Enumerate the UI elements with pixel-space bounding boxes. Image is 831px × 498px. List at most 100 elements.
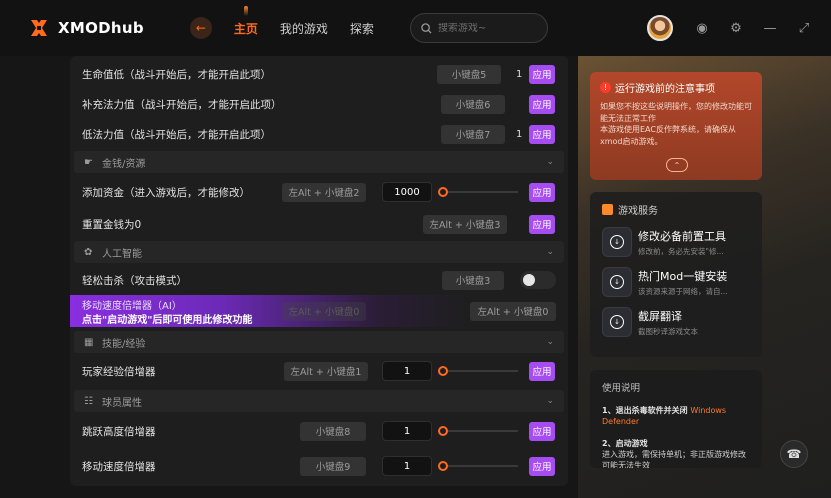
main-nav: 主页 我的游戏 探索 xyxy=(234,20,396,37)
nav-my-games[interactable]: 我的游戏 xyxy=(280,20,328,37)
coin-icon: ☛ xyxy=(84,156,93,168)
hotkey-badge[interactable]: 左Alt + 小键盘1 xyxy=(284,361,368,381)
search-input[interactable] xyxy=(437,22,538,34)
apply-button[interactable]: 应用 xyxy=(529,182,555,202)
value-slider[interactable] xyxy=(438,461,518,471)
service-item[interactable]: ↓ 截屏翻译 截图秒译游戏文本 xyxy=(602,307,750,337)
launch-hint: 点击"启动游戏"后即可使用此修改功能 xyxy=(82,315,253,326)
cheat-label: 移动速度倍增器 xyxy=(82,460,156,473)
notice-title: 运行游戏前的注意事项 xyxy=(615,84,715,95)
cheat-row: 跳跃高度倍增器 小键盘8 1 应用 xyxy=(70,415,568,447)
cheat-list: 生命值低（战斗开始后，才能开启此项） 小键盘5 1 应用 补充法力值（战斗开始后… xyxy=(70,56,568,486)
nav-home[interactable]: 主页 xyxy=(234,20,258,37)
xmod-logo-icon xyxy=(28,17,50,39)
service-title: 截屏翻译 xyxy=(638,309,682,323)
section-header-money[interactable]: ☛ 金钱/资源 ⌄ xyxy=(74,151,564,173)
apply-button[interactable]: 应用 xyxy=(529,361,555,381)
section-header-ai[interactable]: ✿ 人工智能 ⌄ xyxy=(74,241,564,263)
guide-title: 使用说明 xyxy=(602,383,641,394)
services-title: 游戏服务 xyxy=(618,206,658,217)
value-slider[interactable] xyxy=(438,426,518,436)
guide-body: 进入游戏，需保持单机；非正版游戏修改可能无法生效 xyxy=(602,450,746,468)
hotkey-badge[interactable]: 小键盘8 xyxy=(300,421,366,441)
arrow-left-icon: ← xyxy=(195,21,206,35)
service-item[interactable]: ↓ 热门Mod一键安装 该资源来源于网络，请自... xyxy=(602,267,750,297)
search-icon xyxy=(421,22,432,34)
slider-knob[interactable] xyxy=(438,366,448,376)
chart-icon: ▦ xyxy=(84,336,94,348)
cheat-label: 轻松击杀（攻击模式） xyxy=(82,274,187,287)
value-slider[interactable] xyxy=(438,366,518,376)
hotkey-badge[interactable]: 小键盘3 xyxy=(442,270,504,290)
hotkey-badge-faded: 左Alt + 小键盘0 xyxy=(282,301,366,321)
hotkey-badge[interactable]: 左Alt + 小键盘2 xyxy=(282,182,366,202)
value-slider[interactable] xyxy=(438,187,518,197)
notice-card: ! 运行游戏前的注意事项 如果您不按这些说明操作，您的修改功能可能无法正常工作 … xyxy=(590,72,762,180)
slider-knob[interactable] xyxy=(438,426,448,436)
cheat-row-locked: 移动速度倍增器（AI） 点击"启动游戏"后即可使用此修改功能 左Alt + 小键… xyxy=(70,295,568,327)
cheat-row: 生命值低（战斗开始后，才能开启此项） 小键盘5 1 应用 xyxy=(70,58,568,90)
section-label: 金钱/资源 xyxy=(102,158,146,170)
app-name: XMODhub xyxy=(58,19,144,37)
guide-step: 2、启动游戏 xyxy=(602,439,648,448)
avatar[interactable] xyxy=(647,15,673,41)
apply-button[interactable]: 应用 xyxy=(529,456,555,476)
apply-button[interactable]: 应用 xyxy=(529,214,555,234)
apply-button[interactable]: 应用 xyxy=(529,64,555,84)
hotkey-badge[interactable]: 小键盘6 xyxy=(441,94,505,114)
download-icon: ↓ xyxy=(602,307,632,337)
value-input[interactable]: 1000 xyxy=(382,182,432,202)
cheat-toggle[interactable] xyxy=(520,271,556,289)
minimize-icon[interactable]: — xyxy=(763,21,777,36)
slider-knob[interactable] xyxy=(438,187,448,197)
game-services-panel: 游戏服务 ↓ 修改必备前置工具 修改前，务必先安装"修... ↓ 热门Mod一键… xyxy=(590,192,762,357)
service-subtitle: 截图秒译游戏文本 xyxy=(638,326,698,336)
notice-line: 如果您不按这些说明操作，您的修改功能可能无法正常工作 xyxy=(600,102,752,123)
headset-icon: ☎ xyxy=(786,447,802,461)
notice-body: 如果您不按这些说明操作，您的修改功能可能无法正常工作 本游戏使用EAC反作弊系统… xyxy=(600,101,752,147)
cheat-label: 玩家经验倍增器 xyxy=(82,365,156,378)
expand-toggle-button[interactable]: ⌃ xyxy=(666,158,688,172)
download-icon: ↓ xyxy=(602,227,632,257)
value-input[interactable]: 1 xyxy=(382,456,432,476)
cheat-label: 移动速度倍增器（AI） xyxy=(82,301,182,312)
cheat-label: 添加资金（进入游戏后，才能修改） xyxy=(82,186,250,199)
back-button[interactable]: ← xyxy=(189,17,212,39)
chevron-down-icon: ⌄ xyxy=(546,396,554,406)
hotkey-badge[interactable]: 左Alt + 小键盘3 xyxy=(423,214,507,234)
cheat-row: 移动速度倍增器 小键盘9 1 应用 xyxy=(70,450,568,482)
chevron-up-icon: ⌃ xyxy=(673,160,681,170)
hotkey-badge[interactable]: 小键盘9 xyxy=(300,456,366,476)
slider-knob[interactable] xyxy=(438,461,448,471)
support-button[interactable]: ☎ xyxy=(780,440,808,468)
search-box[interactable] xyxy=(409,13,548,43)
fullscreen-icon[interactable]: ⤢ xyxy=(797,21,811,36)
value-input[interactable]: 1 xyxy=(382,421,432,441)
hotkey-badge[interactable]: 小键盘5 xyxy=(437,64,501,84)
section-label: 技能/经验 xyxy=(102,338,146,350)
cheat-label: 补充法力值（战斗开始后，才能开启此项） xyxy=(82,98,282,111)
apply-button[interactable]: 应用 xyxy=(529,421,555,441)
cheat-row: 低法力值（战斗开始后，才能开启此项） 小键盘7 1 应用 xyxy=(70,118,568,150)
theme-icon[interactable]: ◉ xyxy=(695,21,709,36)
chevron-down-icon: ⌄ xyxy=(546,247,554,257)
app-logo[interactable]: XMODhub xyxy=(28,17,144,39)
apply-button[interactable]: 应用 xyxy=(529,124,555,144)
hotkey-badge[interactable]: 小键盘7 xyxy=(441,124,505,144)
section-header-skills[interactable]: ▦ 技能/经验 ⌄ xyxy=(74,331,564,353)
cheat-value: 1 xyxy=(516,128,523,140)
nav-explore[interactable]: 探索 xyxy=(350,20,374,37)
service-title: 修改必备前置工具 xyxy=(638,229,726,243)
cheat-row: 重置金钱为0 左Alt + 小键盘3 应用 xyxy=(70,208,568,240)
apply-button[interactable]: 应用 xyxy=(529,94,555,114)
service-item[interactable]: ↓ 修改必备前置工具 修改前，务必先安装"修... xyxy=(602,227,750,257)
service-subtitle: 该资源来源于网络，请自... xyxy=(638,286,728,296)
settings-icon[interactable]: ⚙ xyxy=(729,21,743,36)
hotkey-badge[interactable]: 左Alt + 小键盘0 xyxy=(470,301,556,321)
cheat-label: 生命值低（战斗开始后，才能开启此项） xyxy=(82,68,271,81)
usage-guide-panel: 使用说明 1、退出杀毒软件并关闭 Windows Defender 2、启动游戏… xyxy=(590,370,762,468)
value-input[interactable]: 1 xyxy=(382,361,432,381)
section-header-player[interactable]: ☷ 球员属性 ⌄ xyxy=(74,390,564,412)
service-title: 热门Mod一键安装 xyxy=(638,269,728,283)
section-label: 人工智能 xyxy=(102,248,142,260)
